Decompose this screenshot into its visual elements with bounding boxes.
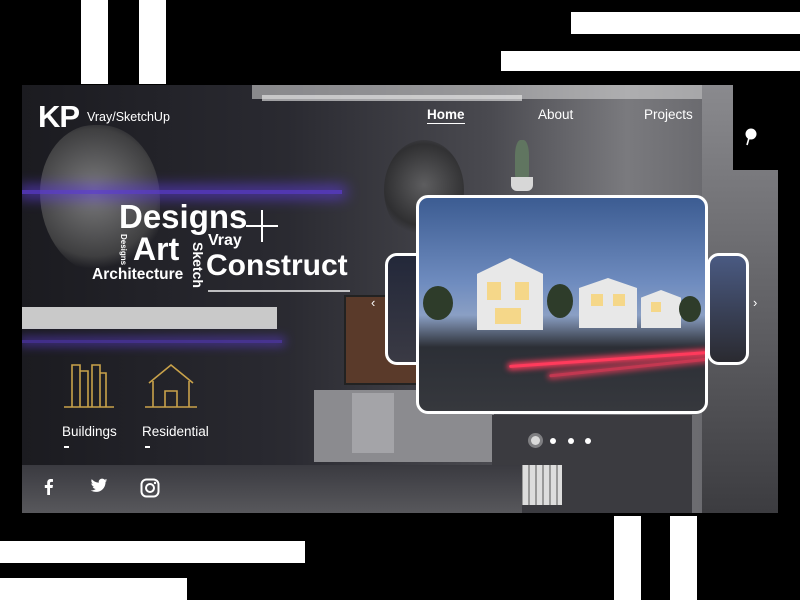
carousel-card-active[interactable] xyxy=(416,195,708,414)
house-window xyxy=(515,282,529,300)
carousel-card-next[interactable] xyxy=(707,253,749,365)
instagram-icon[interactable] xyxy=(140,478,160,498)
hero-stage: KP Vray/SketchUp Home About Projects Des… xyxy=(22,85,778,513)
decorative-stripe xyxy=(670,516,697,600)
plant-pot xyxy=(511,177,533,191)
wordcloud-sketch: Sketch xyxy=(190,242,206,288)
brand-tagline: Vray/SketchUp xyxy=(87,110,170,124)
ambient-light-strip xyxy=(22,340,282,343)
carousel-dot[interactable] xyxy=(585,438,591,444)
carousel-prev-arrow[interactable]: ‹ xyxy=(371,295,375,310)
wall-shelf xyxy=(22,307,277,329)
carousel-dot-active[interactable] xyxy=(531,436,540,445)
facebook-icon[interactable] xyxy=(41,478,57,496)
house-window xyxy=(495,308,521,324)
twitter-icon[interactable] xyxy=(90,478,108,494)
house-window xyxy=(651,302,661,312)
category-dash xyxy=(64,446,69,448)
side-panel[interactable] xyxy=(733,85,778,170)
tree xyxy=(547,284,573,318)
wordcloud-construct: Construct xyxy=(206,249,348,282)
decorative-stripe xyxy=(614,516,641,600)
category-residential-label[interactable]: Residential xyxy=(142,424,209,439)
category-buildings-label[interactable]: Buildings xyxy=(62,424,117,439)
carousel-dot[interactable] xyxy=(550,438,556,444)
nav-about[interactable]: About xyxy=(538,107,573,122)
wordcloud-underline xyxy=(208,290,350,292)
nav-projects[interactable]: Projects xyxy=(644,107,693,122)
wordcloud-architecture: Architecture xyxy=(92,266,184,283)
decorative-stripe xyxy=(139,0,166,84)
house-window xyxy=(613,294,625,306)
house xyxy=(641,290,681,328)
wordcloud-art: Art xyxy=(133,231,180,267)
buildings-icon[interactable] xyxy=(62,361,116,409)
category-dash xyxy=(145,446,150,448)
house xyxy=(579,278,637,328)
wordcloud-designs-small: Designs xyxy=(119,234,128,266)
decorative-stripe xyxy=(571,12,800,34)
house-window xyxy=(487,282,501,300)
carousel-dot[interactable] xyxy=(568,438,574,444)
ambient-light-strip xyxy=(22,190,342,194)
logo[interactable]: KP xyxy=(38,101,80,132)
ceiling-light xyxy=(262,95,522,101)
house-icon[interactable] xyxy=(143,361,199,409)
decorative-stripe xyxy=(0,541,305,563)
wordcloud-designs: Designs xyxy=(119,198,248,235)
pin-icon[interactable] xyxy=(744,128,758,146)
decorative-stripe xyxy=(81,0,108,84)
house-window xyxy=(591,294,603,306)
light-trail xyxy=(509,351,705,368)
nav-home[interactable]: Home xyxy=(427,107,465,124)
wordcloud-vray: Vray xyxy=(208,232,242,249)
tree xyxy=(679,296,701,322)
decorative-stripe xyxy=(0,578,187,600)
decorative-stripe xyxy=(501,51,800,71)
carousel-next-arrow[interactable]: › xyxy=(753,295,757,310)
tree xyxy=(423,286,453,320)
cabinet-door xyxy=(352,393,394,453)
plus-icon xyxy=(246,210,278,242)
plant xyxy=(515,140,529,178)
